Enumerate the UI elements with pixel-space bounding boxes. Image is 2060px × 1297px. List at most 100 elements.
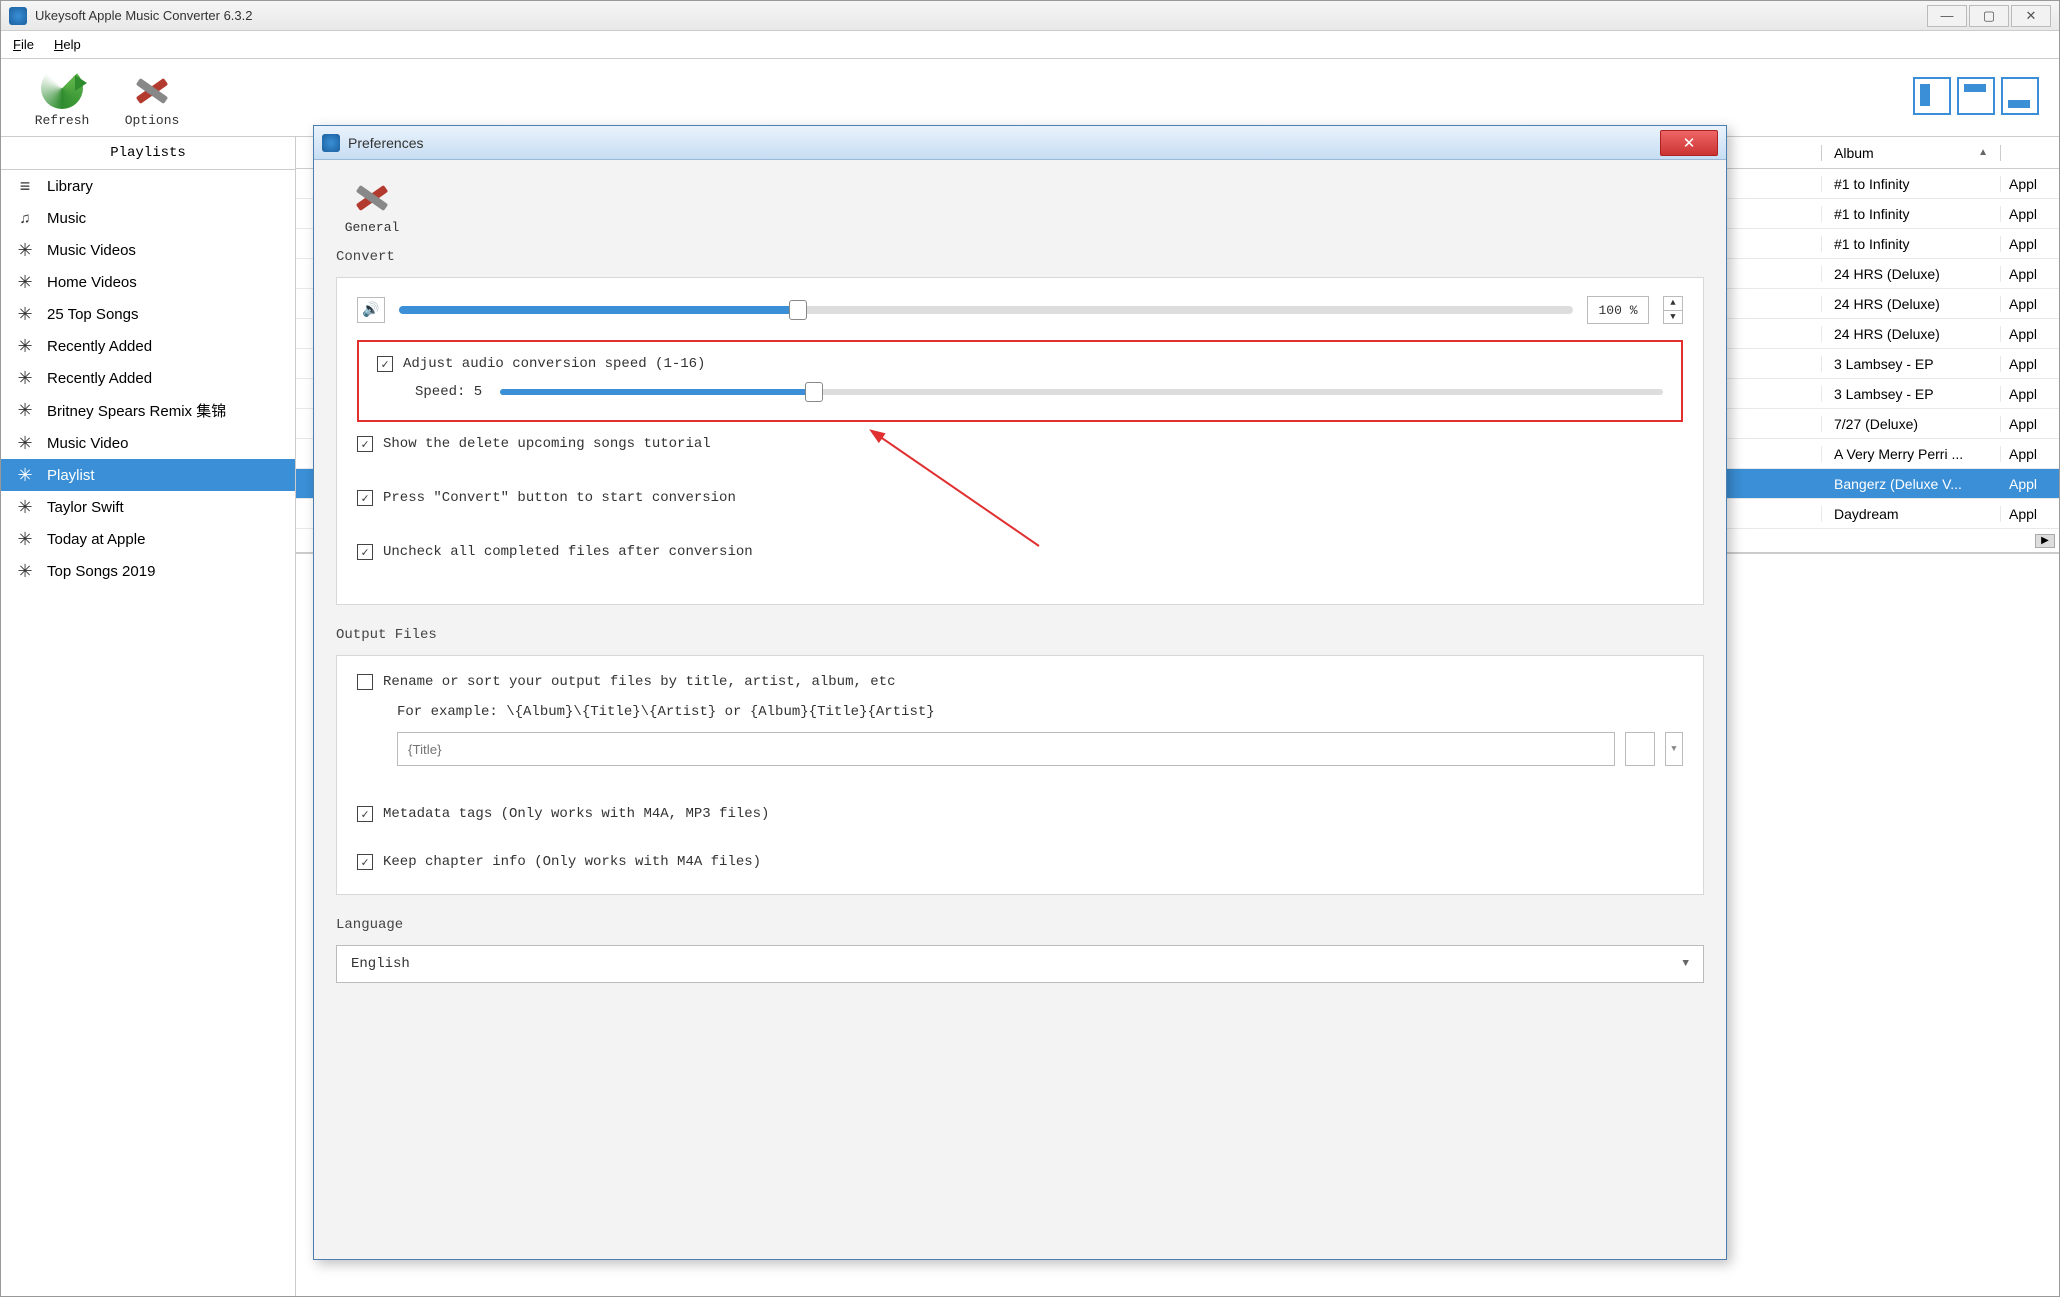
checkbox-tutorial[interactable] [357,436,373,452]
app-icon [9,7,27,25]
menu-help[interactable]: Help [54,37,81,52]
volume-value: 100 % [1587,296,1649,324]
cell-artist: Appl [2001,476,2059,492]
pattern-row: ▼ [397,732,1683,766]
preferences-dialog: Preferences ✕ General Convert 🔊 100 % [313,125,1727,1260]
section-output-title: Output Files [336,627,1704,643]
gear-icon [15,368,35,388]
speed-row: Speed: 5 [415,384,1663,400]
cell-artist: Appl [2001,446,2059,462]
volume-spinner[interactable]: ▲ ▼ [1663,296,1683,324]
sidebar-item[interactable]: Music Videos [1,234,295,266]
tab-general[interactable]: General [336,174,408,235]
speed-slider[interactable] [500,389,1663,395]
pattern-button[interactable] [1625,732,1655,766]
gear-icon [15,272,35,292]
dialog-titlebar: Preferences ✕ [314,126,1726,160]
label-adjust-speed: Adjust audio conversion speed (1-16) [403,356,705,372]
sidebar-item-label: Recently Added [47,370,152,387]
cell-album: Daydream [1821,506,2001,522]
sidebar-item[interactable]: Music Video [1,427,295,459]
language-dropdown[interactable]: English ▼ [336,945,1704,983]
cell-album: A Very Merry Perri ... [1821,446,2001,462]
section-convert-title: Convert [336,249,1704,265]
sidebar-item[interactable]: Britney Spears Remix 集锦 [1,394,295,427]
sidebar-item[interactable]: Music [1,202,295,234]
section-language-title: Language [336,917,1704,933]
sidebar-item[interactable]: Recently Added [1,362,295,394]
cell-artist: Appl [2001,416,2059,432]
cell-album: #1 to Infinity [1821,236,2001,252]
dialog-close-button[interactable]: ✕ [1660,130,1718,156]
label-press-convert: Press "Convert" button to start conversi… [383,490,736,506]
speed-thumb[interactable] [805,382,823,402]
sidebar-item-label: Recently Added [47,338,152,355]
maximize-button[interactable]: ▢ [1969,5,2009,27]
sidebar-item-label: Playlist [47,467,95,484]
volume-slider[interactable] [399,306,1573,314]
cell-album: 3 Lambsey - EP [1821,386,2001,402]
checkbox-metadata[interactable] [357,806,373,822]
cell-artist: Appl [2001,296,2059,312]
checkbox-chapter[interactable] [357,854,373,870]
volume-thumb[interactable] [789,300,807,320]
sidebar-item[interactable]: Taylor Swift [1,491,295,523]
refresh-icon [41,67,83,109]
gear-icon [15,401,35,421]
main-window: Ukeysoft Apple Music Converter 6.3.2 — ▢… [0,0,2060,1297]
sidebar-item[interactable]: Top Songs 2019 [1,555,295,587]
refresh-button[interactable]: Refresh [17,67,107,128]
view-mode-buttons [1913,77,2039,115]
cell-album: 3 Lambsey - EP [1821,356,2001,372]
cell-artist: Appl [2001,236,2059,252]
cell-artist: Appl [2001,176,2059,192]
sidebar-item-label: Home Videos [47,274,137,291]
sort-indicator-icon: ▲ [1978,147,1988,158]
section-convert: 🔊 100 % ▲ ▼ Adjust audio conversion spee [336,277,1704,605]
sidebar-item[interactable]: Recently Added [1,330,295,362]
checkbox-press-convert[interactable] [357,490,373,506]
label-metadata: Metadata tags (Only works with M4A, MP3 … [383,806,769,822]
checkbox-uncheck-completed[interactable] [357,544,373,560]
titlebar: Ukeysoft Apple Music Converter 6.3.2 — ▢… [1,1,2059,31]
sidebar-item[interactable]: 25 Top Songs [1,298,295,330]
pattern-dropdown[interactable]: ▼ [1665,732,1683,766]
view-mode-2[interactable] [1957,77,1995,115]
close-button[interactable]: ✕ [2011,5,2051,27]
speaker-icon[interactable]: 🔊 [357,297,385,323]
music-icon [15,208,35,228]
sidebar-item-label: Music Videos [47,242,136,259]
sidebar-item-label: Britney Spears Remix 集锦 [47,400,226,421]
options-button[interactable]: Options [107,67,197,128]
sidebar-item-label: Music [47,210,86,227]
dialog-title: Preferences [348,135,1660,151]
checkbox-rename[interactable] [357,674,373,690]
menubar: File Help [1,31,2059,59]
checkbox-adjust-speed[interactable] [377,356,393,372]
cell-album: #1 to Infinity [1821,206,2001,222]
menu-file[interactable]: File [13,37,34,52]
sidebar-item[interactable]: Library [1,170,295,202]
sidebar-item[interactable]: Today at Apple [1,523,295,555]
sidebar-item-label: 25 Top Songs [47,306,138,323]
sidebar-item[interactable]: Playlist [1,459,295,491]
cell-artist: Appl [2001,206,2059,222]
gear-icon [15,336,35,356]
minimize-button[interactable]: — [1927,5,1967,27]
dialog-body: General Convert 🔊 100 % ▲ ▼ [314,160,1726,1259]
cell-album: 24 HRS (Deluxe) [1821,326,2001,342]
view-mode-3[interactable] [2001,77,2039,115]
column-album[interactable]: Album ▲ [1821,145,2001,161]
sidebar-item[interactable]: Home Videos [1,266,295,298]
cell-album: Bangerz (Deluxe V... [1821,476,2001,492]
scroll-right-icon[interactable]: ▶ [2035,534,2055,548]
spin-up-icon[interactable]: ▲ [1664,297,1682,311]
cell-album: 24 HRS (Deluxe) [1821,296,2001,312]
gear-icon [15,240,35,260]
cell-album: 7/27 (Deluxe) [1821,416,2001,432]
spin-down-icon[interactable]: ▼ [1664,311,1682,324]
sidebar-item-label: Music Video [47,435,128,452]
view-mode-1[interactable] [1913,77,1951,115]
pattern-input[interactable] [397,732,1615,766]
gear-icon [15,497,35,517]
